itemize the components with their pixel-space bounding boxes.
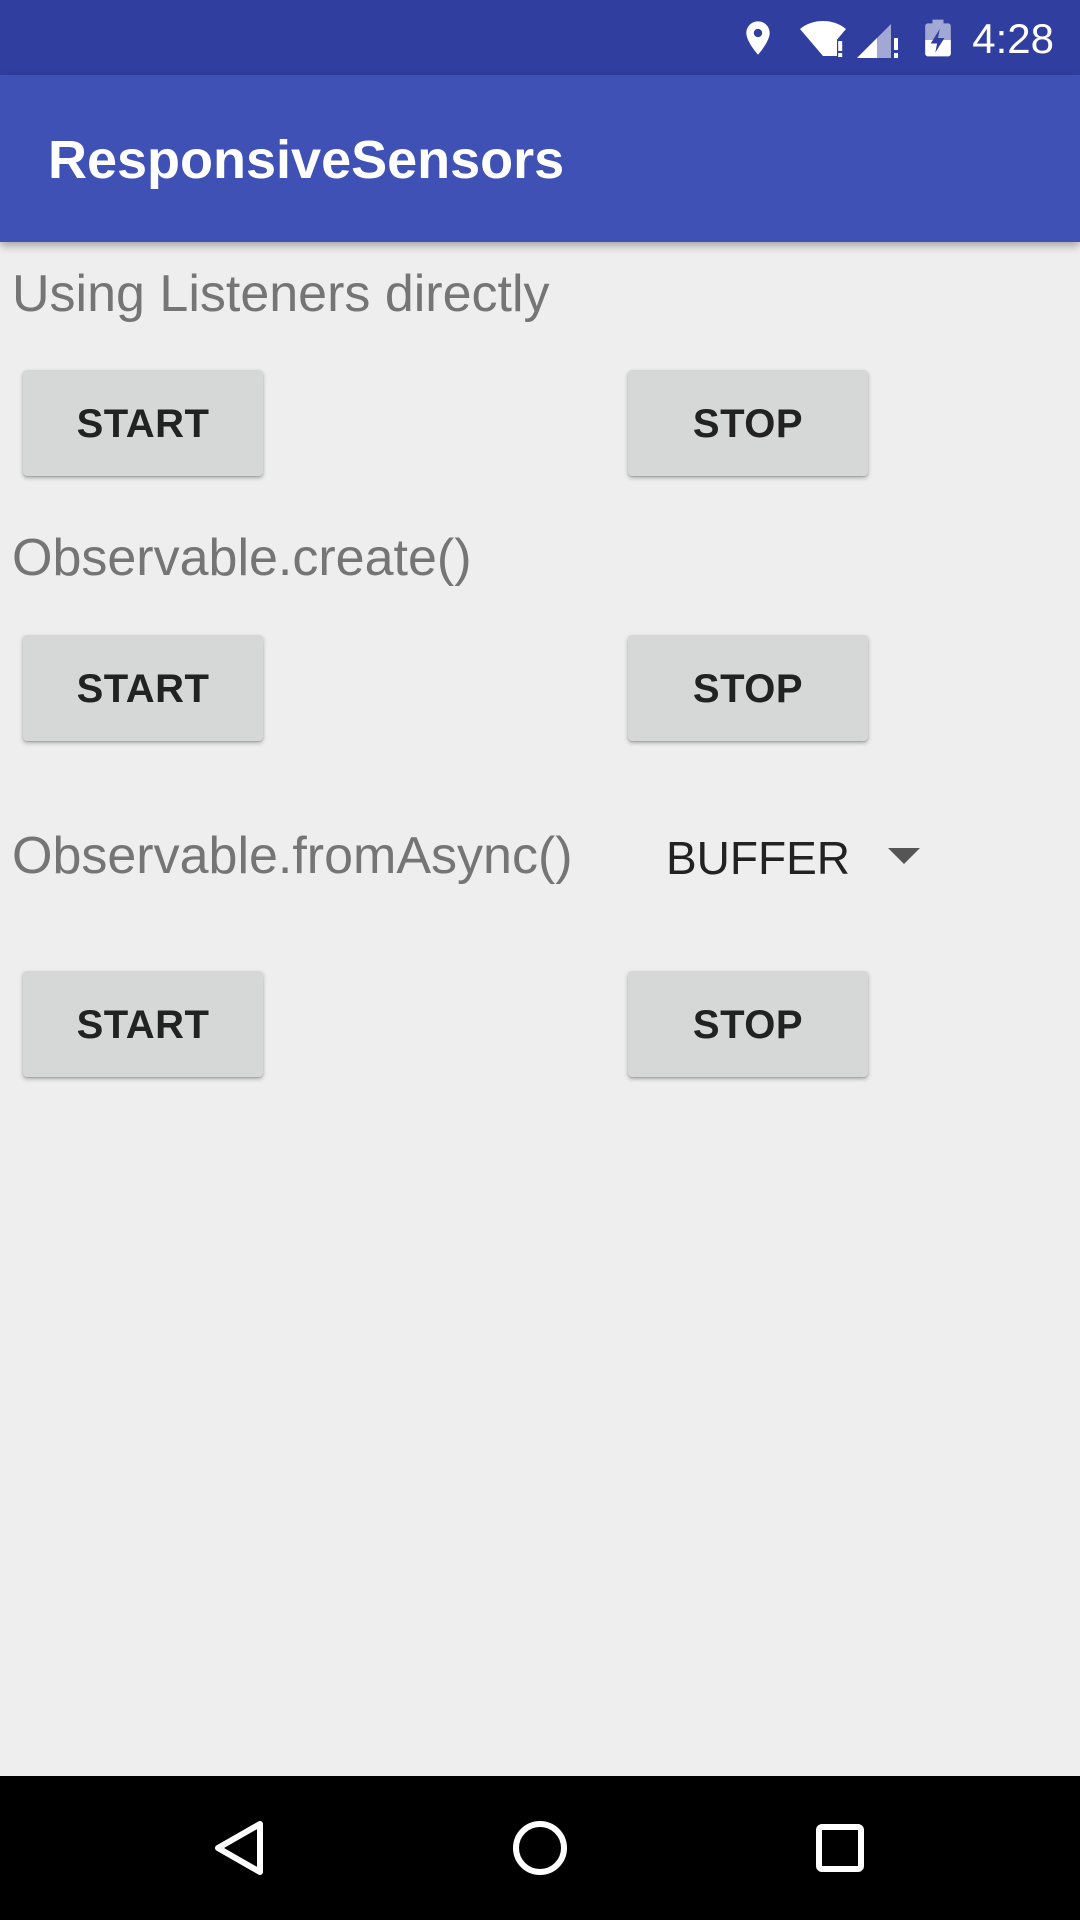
- stop-button-observable-create[interactable]: STOP: [628, 635, 868, 741]
- section-label-listeners: Using Listeners directly: [12, 265, 550, 323]
- location-icon: [746, 21, 770, 55]
- status-bar: 4:28: [0, 0, 1080, 75]
- section-label-observable-create: Observable.create(): [12, 529, 472, 587]
- wifi-icon: [800, 21, 846, 57]
- cell-signal-icon: [857, 24, 898, 58]
- start-button-observable-create[interactable]: START: [23, 635, 263, 741]
- home-icon[interactable]: [504, 1812, 576, 1884]
- back-icon[interactable]: [204, 1812, 276, 1884]
- app-bar: ResponsiveSensors: [0, 75, 1080, 242]
- battery-charging-icon: [925, 19, 951, 57]
- navigation-bar: [0, 1776, 1080, 1920]
- status-time: 4:28: [972, 15, 1054, 62]
- section-label-observable-fromasync: Observable.fromAsync(): [12, 827, 573, 885]
- start-button-observable-fromasync[interactable]: START: [23, 971, 263, 1077]
- stop-button-observable-fromasync[interactable]: STOP: [628, 971, 868, 1077]
- dropdown-arrow-icon: [888, 848, 920, 864]
- recents-icon[interactable]: [804, 1812, 876, 1884]
- start-button-listeners[interactable]: START: [23, 370, 263, 476]
- spinner-selected-value: BUFFER: [666, 832, 850, 884]
- stop-button-listeners[interactable]: STOP: [628, 370, 868, 476]
- backpressure-mode-spinner[interactable]: BUFFER: [650, 820, 930, 896]
- app-title: ResponsiveSensors: [48, 130, 565, 190]
